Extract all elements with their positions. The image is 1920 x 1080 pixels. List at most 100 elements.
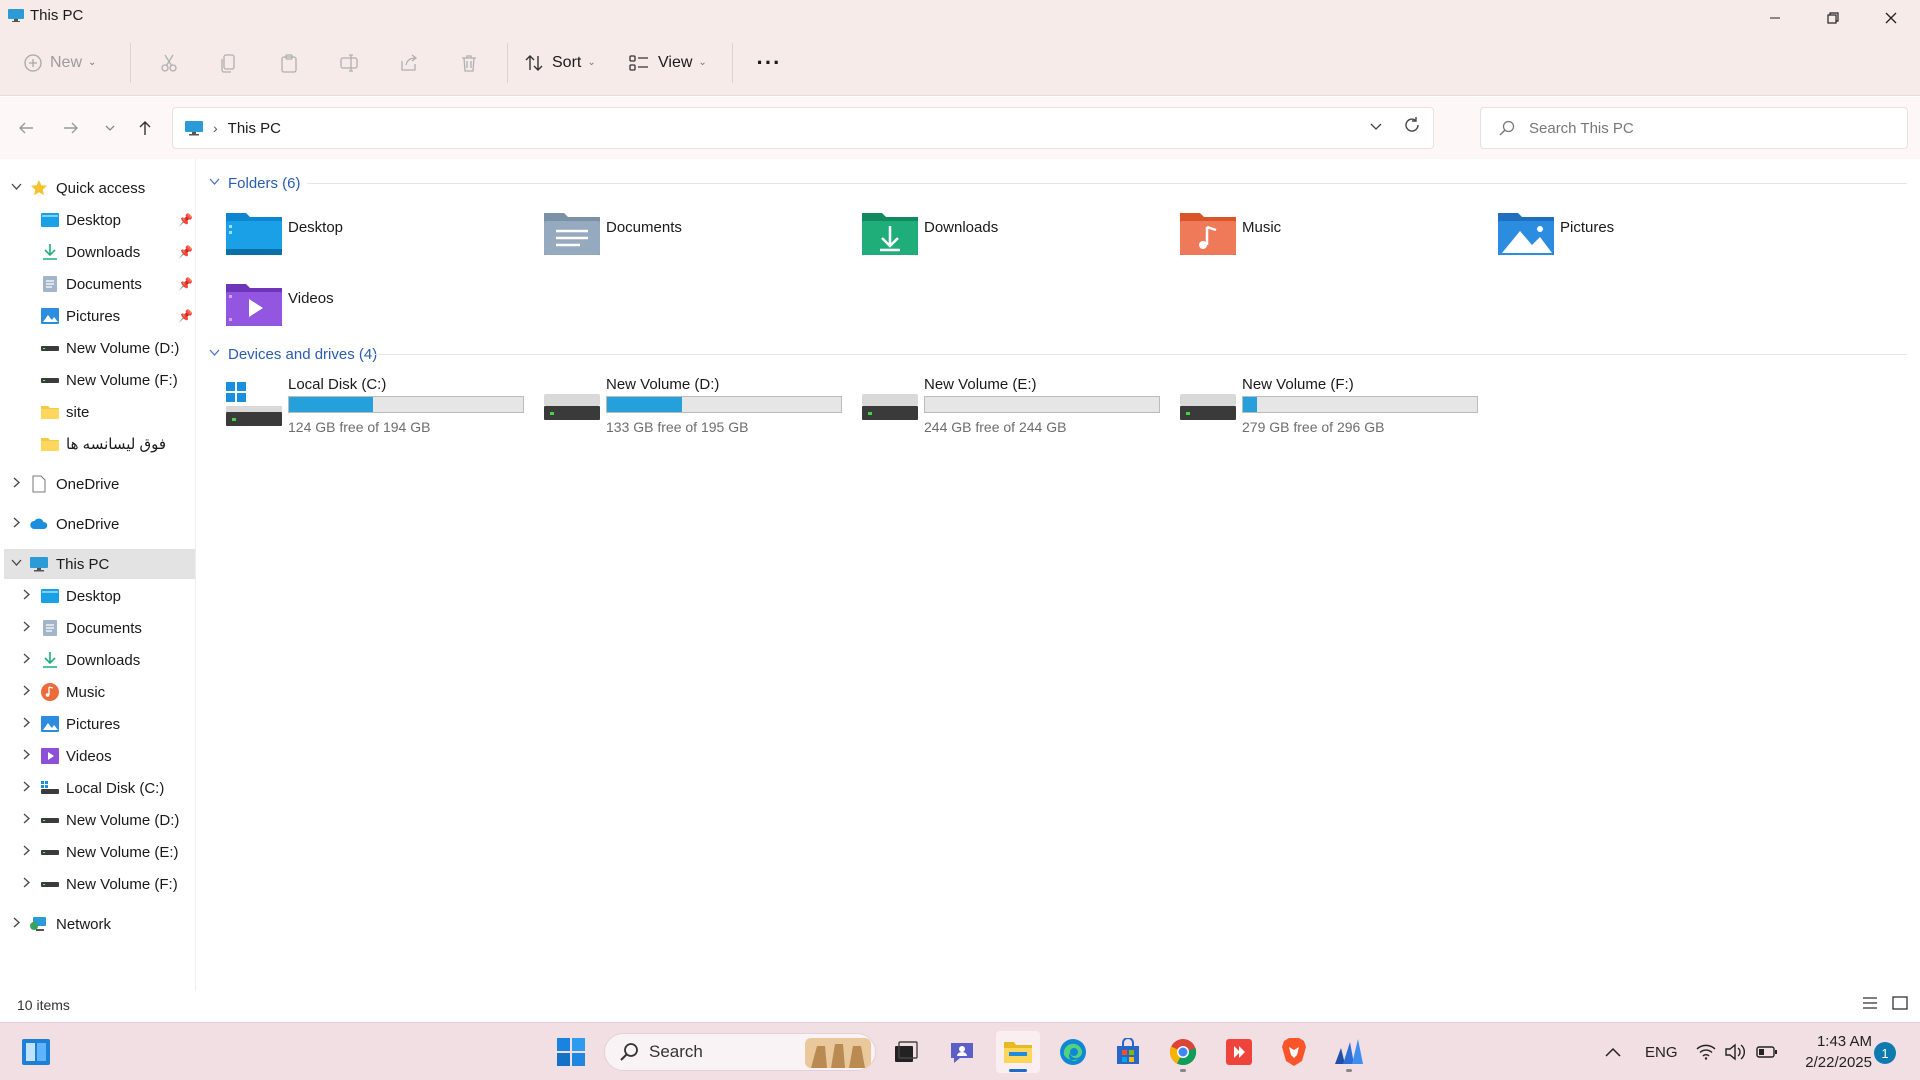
sidebar-item-desktop[interactable]: Desktop 📌 — [0, 205, 196, 235]
show-hidden-icons-button[interactable] — [1604, 1023, 1622, 1080]
taskbar-file-explorer[interactable] — [996, 1031, 1040, 1073]
back-button[interactable] — [11, 113, 41, 143]
forward-button[interactable] — [56, 113, 86, 143]
sidebar-item-pc-music[interactable]: Music — [0, 677, 196, 707]
battery-status[interactable] — [1756, 1023, 1778, 1080]
sidebar-item-pc-videos[interactable]: Videos — [0, 741, 196, 771]
clock[interactable]: 1:43 AM 2/22/2025 — [1794, 1031, 1872, 1073]
folder-tile-music[interactable]: Music — [1180, 209, 1480, 269]
taskbar-start-button[interactable] — [549, 1031, 593, 1073]
documents-icon — [43, 276, 57, 292]
see-more-button[interactable]: ··· — [741, 43, 797, 83]
view-button[interactable]: View ⌄ — [620, 43, 724, 83]
chevron-right-icon[interactable] — [20, 717, 32, 731]
sidebar-item-network[interactable]: Network — [0, 909, 196, 939]
paste-button[interactable] — [259, 43, 319, 83]
taskbar-store[interactable] — [1106, 1031, 1150, 1073]
sidebar-item-quick-access[interactable]: Quick access — [0, 173, 196, 203]
sort-button[interactable]: Sort ⌄ — [516, 43, 620, 83]
taskbar-sound-forge[interactable] — [1327, 1031, 1371, 1073]
rename-button[interactable] — [319, 43, 379, 83]
folder-tile-documents[interactable]: Documents — [544, 209, 844, 269]
delete-button[interactable] — [439, 43, 499, 83]
chevron-right-icon[interactable] — [10, 917, 22, 931]
drive-name: New Volume (E:) — [924, 376, 1037, 393]
sort-icon — [525, 54, 543, 71]
folders-group-header[interactable]: Folders (6) — [209, 171, 301, 195]
folder-tile-pictures[interactable]: Pictures — [1498, 209, 1798, 269]
address-bar[interactable]: › This PC — [172, 107, 1434, 149]
sidebar-item-pc-desktop[interactable]: Desktop — [0, 581, 196, 611]
sidebar-item-new-volume-d[interactable]: New Volume (D:) — [0, 333, 196, 363]
folder-tile-videos[interactable]: Videos — [226, 280, 526, 340]
taskbar-brave[interactable] — [1272, 1031, 1316, 1073]
sidebar-item-pc-local-disk-c[interactable]: Local Disk (C:) — [0, 773, 196, 803]
chevron-right-icon[interactable] — [10, 477, 22, 491]
chevron-right-icon[interactable] — [20, 749, 32, 763]
drive-tile-e[interactable]: New Volume (E:) 244 GB free of 244 GB — [862, 376, 1172, 440]
chevron-right-icon[interactable] — [10, 517, 22, 531]
sidebar-item-pc-documents[interactable]: Documents — [0, 613, 196, 643]
sidebar-item-pictures[interactable]: Pictures 📌 — [0, 301, 196, 331]
sidebar-item-this-pc[interactable]: This PC — [4, 549, 195, 579]
chevron-down-icon[interactable] — [10, 557, 22, 571]
system-drive-icon — [41, 781, 59, 794]
details-view-button[interactable] — [1862, 995, 1878, 1015]
drive-tile-d[interactable]: New Volume (D:) 133 GB free of 195 GB — [544, 376, 854, 440]
sidebar-item-pc-new-volume-f[interactable]: New Volume (F:) — [0, 869, 196, 899]
sidebar-item-new-volume-f[interactable]: New Volume (F:) — [0, 365, 196, 395]
taskbar-chat[interactable] — [940, 1031, 984, 1073]
sidebar-item-onedrive[interactable]: OneDrive — [0, 509, 196, 539]
folder-tile-downloads[interactable]: Downloads — [862, 209, 1162, 269]
sidebar-item-pc-downloads[interactable]: Downloads — [0, 645, 196, 675]
taskbar-edge[interactable] — [1051, 1031, 1095, 1073]
language-indicator[interactable]: ENG — [1645, 1023, 1678, 1080]
drive-tile-f[interactable]: New Volume (F:) 279 GB free of 296 GB — [1180, 376, 1490, 440]
sidebar-item-downloads[interactable]: Downloads 📌 — [0, 237, 196, 267]
pictures-folder-icon — [1498, 213, 1554, 255]
notification-badge[interactable]: 1 — [1874, 1042, 1896, 1064]
up-button[interactable] — [130, 113, 160, 143]
cut-button[interactable] — [139, 43, 199, 83]
share-button[interactable] — [379, 43, 439, 83]
chevron-right-icon[interactable] — [20, 621, 32, 635]
taskbar-search[interactable]: Search — [604, 1033, 876, 1071]
sidebar-item-persian-folder[interactable]: فوق لیسانسه ها — [0, 429, 196, 459]
address-history-button[interactable] — [1369, 119, 1383, 136]
search-input[interactable] — [1529, 119, 1869, 137]
chevron-down-icon — [209, 347, 220, 361]
new-button[interactable]: New ⌄ — [24, 43, 122, 83]
breadcrumb-this-pc[interactable]: This PC — [228, 120, 281, 137]
volume-control[interactable] — [1724, 1023, 1746, 1080]
taskbar-anydesk[interactable] — [1217, 1031, 1261, 1073]
chevron-right-icon[interactable] — [20, 589, 32, 603]
drives-group-header[interactable]: Devices and drives (4) — [209, 342, 377, 366]
chevron-right-icon[interactable] — [20, 685, 32, 699]
taskbar-widgets[interactable] — [14, 1031, 58, 1073]
chevron-right-icon[interactable] — [20, 653, 32, 667]
sidebar-item-documents[interactable]: Documents 📌 — [0, 269, 196, 299]
copy-button[interactable] — [199, 43, 259, 83]
wifi-status[interactable] — [1696, 1023, 1716, 1080]
chevron-right-icon[interactable] — [20, 877, 32, 891]
sidebar-item-pc-new-volume-e[interactable]: New Volume (E:) — [0, 837, 196, 867]
taskbar-task-view[interactable] — [884, 1031, 928, 1073]
drive-usage-bar — [1242, 396, 1478, 413]
search-box[interactable] — [1480, 107, 1908, 149]
sidebar-item-onedrive-personal[interactable]: OneDrive — [0, 469, 196, 499]
chevron-right-icon[interactable] — [20, 845, 32, 859]
sidebar-item-site[interactable]: site — [0, 397, 196, 427]
chevron-right-icon[interactable] — [20, 813, 32, 827]
drive-tile-c[interactable]: Local Disk (C:) 124 GB free of 194 GB — [226, 376, 536, 440]
chevron-down-icon[interactable] — [10, 181, 22, 195]
sidebar-item-pc-pictures[interactable]: Pictures — [0, 709, 196, 739]
recent-locations-button[interactable] — [95, 113, 125, 143]
group-title: Devices and drives (4) — [228, 345, 378, 363]
sidebar-item-pc-new-volume-d[interactable]: New Volume (D:) — [0, 805, 196, 835]
taskbar-chrome[interactable] — [1161, 1031, 1205, 1073]
chevron-right-icon[interactable] — [20, 781, 32, 795]
divider — [732, 42, 733, 83]
refresh-button[interactable] — [1403, 116, 1421, 140]
tiles-view-button[interactable] — [1892, 995, 1908, 1015]
folder-tile-desktop[interactable]: Desktop — [226, 209, 526, 269]
